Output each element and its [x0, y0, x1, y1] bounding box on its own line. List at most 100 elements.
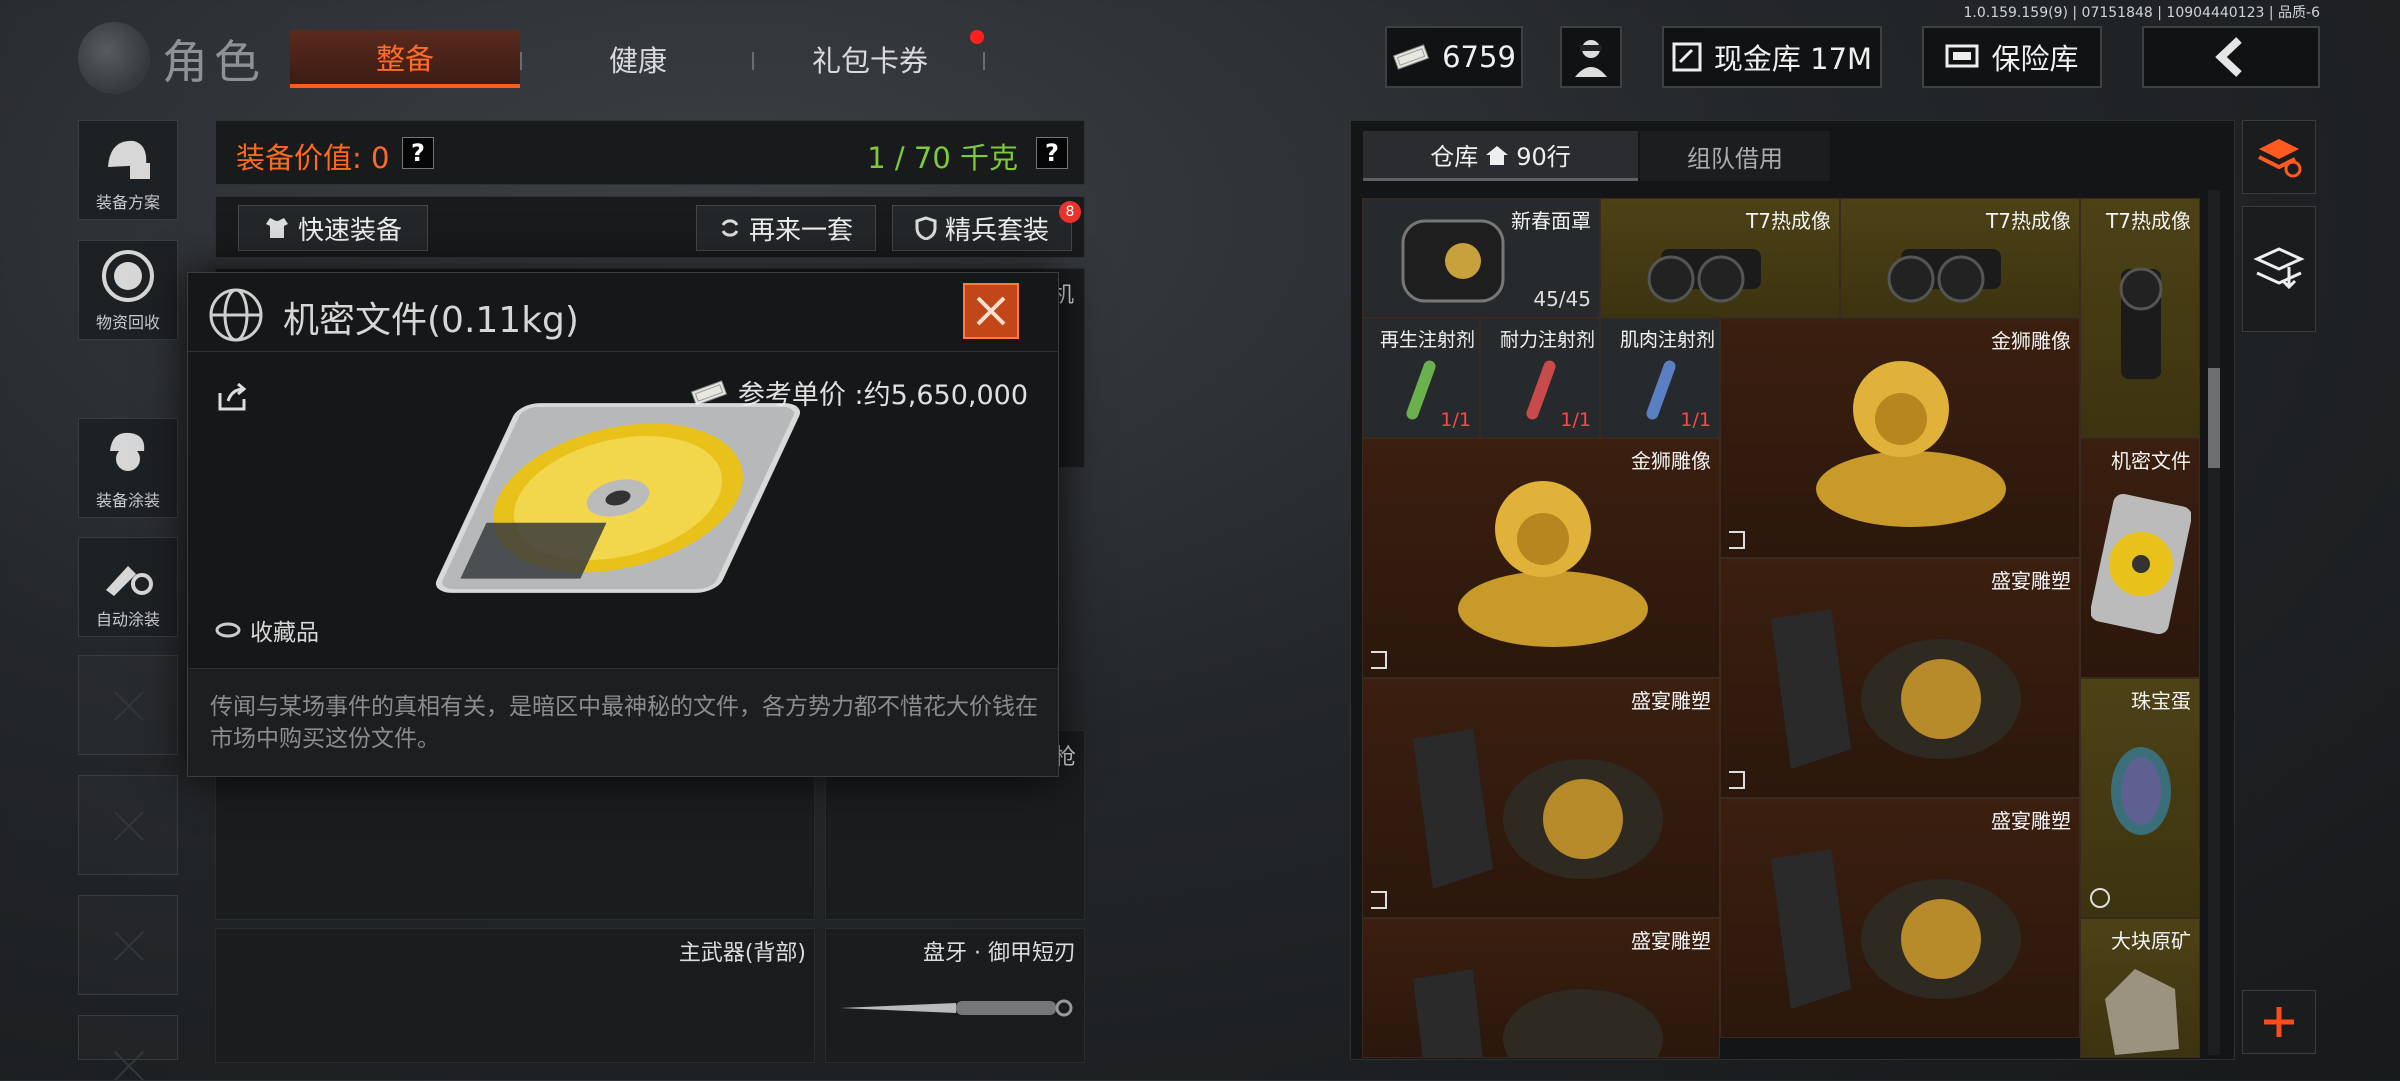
sidebar-label: 装备涂装: [95, 491, 160, 510]
inventory-item-gold-lion[interactable]: 金狮雕像: [1362, 438, 1720, 678]
tab-label: 礼包卡券: [811, 44, 928, 78]
item-name: 耐力注射剂: [1499, 329, 1595, 351]
extract-icon: [1729, 531, 1745, 549]
back-button[interactable]: [2142, 26, 2320, 88]
tab-equip[interactable]: 整备: [290, 30, 520, 88]
item-name: 盛宴雕塑: [1991, 569, 2071, 593]
safe-icon: [1945, 44, 1979, 68]
weight-label: 1 / 70 千克: [867, 141, 1018, 175]
tab-divider: [752, 52, 754, 70]
collectible-tag: 收藏品: [214, 613, 319, 647]
warehouse-rows: 90行: [1516, 143, 1571, 171]
item-name: 大块原矿: [2111, 929, 2191, 953]
tab-team-borrow[interactable]: 组队借用: [1640, 131, 1830, 181]
item-count: 45/45: [1533, 287, 1591, 311]
sort-button[interactable]: [2242, 120, 2316, 194]
scrollbar-thumb[interactable]: [2208, 368, 2220, 468]
collectible-label: 收藏品: [250, 620, 319, 646]
again-button[interactable]: 再来一套: [696, 205, 876, 251]
item-name: 机密文件: [2111, 449, 2191, 473]
sculpture-image: [1771, 609, 2021, 769]
inventory-item-thermal[interactable]: T7热成像: [1840, 198, 2080, 318]
divider: [188, 351, 1058, 352]
brush-gear-icon: [106, 566, 153, 596]
elite-set-button[interactable]: 精兵套装: [892, 205, 1072, 251]
sidebar-loadout-plans[interactable]: 装备方案: [78, 120, 178, 220]
vault-icon: [1672, 42, 1702, 72]
inventory-item-thermal[interactable]: T7热成像: [1600, 198, 1840, 318]
share-icon[interactable]: [218, 383, 248, 411]
item-name: 新春面罩: [1511, 209, 1591, 233]
description-area: 传闻与某场事件的真相有关，是暗区中最神秘的文件，各方势力都不惜花大价钱在市场中购…: [188, 668, 1058, 776]
tab-health[interactable]: 健康: [523, 30, 753, 88]
tab-warehouse[interactable]: 仓库 90行: [1363, 131, 1638, 181]
cash-vault-button[interactable]: 现金库 17M: [1662, 26, 1882, 88]
value-help-button[interactable]: ?: [402, 137, 434, 169]
shirt-icon: [265, 218, 288, 238]
jewel-egg-image: [2111, 747, 2171, 835]
extract-icon: [1371, 651, 1387, 669]
inventory-item-regen-injector[interactable]: 再生注射剂 1/1: [1362, 318, 1480, 438]
inventory-item-jewel-egg[interactable]: 珠宝蛋: [2080, 678, 2200, 918]
inventory-item-thermal[interactable]: T7热成像: [2080, 198, 2200, 438]
thermal-scope-image: [1887, 249, 2001, 303]
close-button[interactable]: [963, 283, 1019, 339]
equipment-header: 装备价值: 0 ? 1 / 70 千克 ?: [215, 120, 1085, 185]
empty-slot[interactable]: [78, 655, 178, 755]
layers-download-icon: [2253, 247, 2305, 290]
tab-gift-cards[interactable]: 礼包卡券: [755, 30, 985, 88]
weight-help-button[interactable]: ?: [1036, 137, 1068, 169]
warehouse-tab-label: 仓库: [1430, 143, 1479, 171]
item-name: 盛宴雕塑: [1991, 809, 2071, 833]
injector-image: [1646, 360, 1676, 420]
thermal-scope-image: [2119, 267, 2163, 379]
layers-download-button[interactable]: [2242, 206, 2316, 332]
item-name: 盛宴雕塑: [1631, 689, 1711, 713]
add-button[interactable]: [2242, 990, 2316, 1054]
inventory-item-feast-sculpture[interactable]: 盛宴雕塑: [1362, 918, 1720, 1058]
inventory-item-raw-ore[interactable]: 大块原矿: [2080, 918, 2200, 1058]
protect-icon: [2090, 888, 2110, 908]
slot-label: 盘牙 · 御甲短刃: [923, 941, 1076, 966]
tab-divider: [520, 52, 522, 70]
game-logo: [78, 22, 150, 94]
empty-slot[interactable]: [78, 1015, 178, 1060]
inventory-item-feast-sculpture[interactable]: 盛宴雕塑: [1720, 558, 2080, 798]
sculpture-image: [1413, 969, 1663, 1057]
currency-display[interactable]: 6759: [1385, 26, 1523, 88]
injector-image: [1406, 360, 1436, 420]
sidebar-auto-paint[interactable]: 自动涂装: [78, 537, 178, 637]
empty-slot[interactable]: [78, 895, 178, 995]
sidebar-label: 物资回收: [95, 313, 160, 332]
inventory-item-muscle-injector[interactable]: 肌肉注射剂 1/1: [1600, 318, 1720, 438]
inventory-item-stamina-injector[interactable]: 耐力注射剂 1/1: [1480, 318, 1600, 438]
item-description: 传闻与某场事件的真相有关，是暗区中最神秘的文件，各方势力都不惜花大价钱在市场中购…: [210, 694, 1038, 752]
empty-slot[interactable]: [78, 775, 178, 875]
cash-icon: [1393, 44, 1430, 70]
helmet-plan-icon: [108, 140, 150, 179]
inventory-item-feast-sculpture[interactable]: 盛宴雕塑: [1720, 798, 2080, 1038]
sculpture-image: [1771, 849, 2021, 1009]
home-icon: [1486, 145, 1509, 165]
safe-button[interactable]: 保险库: [1922, 26, 2102, 88]
inventory-item-gold-lion[interactable]: 金狮雕像: [1720, 318, 2080, 558]
item-name: 珠宝蛋: [2131, 689, 2191, 713]
cash-vault-label: 现金库 17M: [1713, 42, 1873, 76]
sidebar-label: 自动涂装: [95, 610, 160, 629]
inventory-item-spring-mask[interactable]: 新春面罩 45/45: [1362, 198, 1600, 318]
primary-back-slot[interactable]: 主武器(背部): [215, 928, 815, 1063]
quick-equip-button[interactable]: 快速装备: [238, 205, 428, 251]
warehouse-scrollbar[interactable]: [2208, 190, 2220, 1055]
item-name: 盛宴雕塑: [1631, 929, 1711, 953]
equipment-toolbar: 快速装备 再来一套 精兵套装 8: [215, 196, 1085, 258]
sidebar-equip-paint[interactable]: 装备涂装: [78, 418, 178, 518]
inventory-item-confidential-file[interactable]: 机密文件: [2080, 438, 2200, 678]
sidebar-recycle[interactable]: 物资回收: [78, 240, 178, 340]
knife-image: [840, 999, 1073, 1017]
ring-icon: [215, 622, 241, 638]
back-arrow-icon: [2215, 37, 2242, 77]
support-button[interactable]: [1560, 26, 1622, 88]
inventory-item-feast-sculpture[interactable]: 盛宴雕塑: [1362, 678, 1720, 918]
elite-set-badge: 8: [1059, 201, 1081, 223]
melee-slot[interactable]: 盘牙 · 御甲短刃: [825, 928, 1085, 1063]
